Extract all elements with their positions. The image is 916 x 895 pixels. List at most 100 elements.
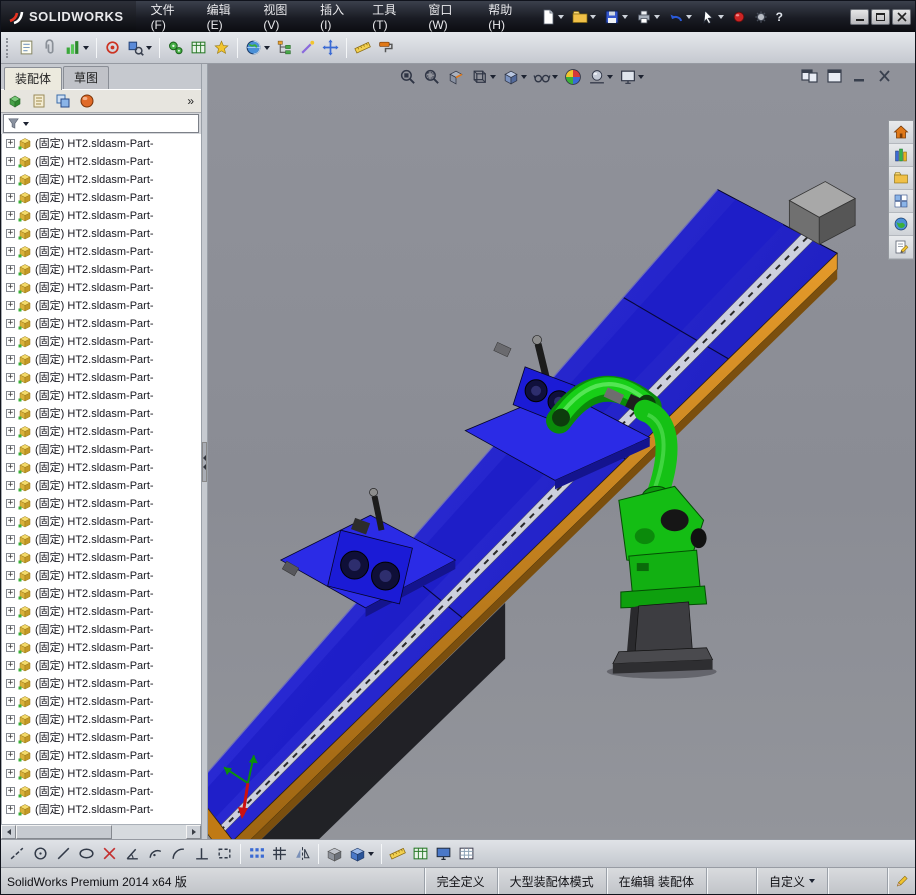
expand-toggle-icon[interactable]: + (6, 426, 15, 436)
expand-toggle-icon[interactable]: + (6, 678, 15, 688)
scroll-track[interactable] (16, 825, 186, 839)
zoom-fit-button[interactable] (398, 67, 418, 87)
edit-sketch-status[interactable] (887, 868, 915, 894)
apply-scene-button[interactable] (587, 67, 614, 87)
tree-item[interactable]: + (固定) HT2.sldasm-Part- (2, 188, 201, 206)
tree-item[interactable]: + (固定) HT2.sldasm-Part- (2, 692, 201, 710)
find-component-button[interactable] (125, 37, 154, 58)
gears-button[interactable] (165, 37, 186, 58)
3d-scene[interactable] (208, 64, 915, 839)
customize-button[interactable]: 自定义 (755, 868, 827, 894)
ellipse-button[interactable] (76, 843, 97, 864)
expand-toggle-icon[interactable]: + (6, 264, 15, 274)
perpendicular-button[interactable] (191, 843, 212, 864)
expand-toggle-icon[interactable]: + (6, 516, 15, 526)
tree-item[interactable]: + (固定) HT2.sldasm-Part- (2, 548, 201, 566)
save-button[interactable] (601, 7, 631, 27)
expand-toggle-icon[interactable]: + (6, 282, 15, 292)
design-tree-button[interactable] (274, 37, 295, 58)
tree-item[interactable]: + (固定) HT2.sldasm-Part- (2, 440, 201, 458)
tree-item[interactable]: + (固定) HT2.sldasm-Part- (2, 584, 201, 602)
expand-toggle-icon[interactable]: + (6, 372, 15, 382)
expand-toggle-icon[interactable]: + (6, 642, 15, 652)
view-orientation-button[interactable] (470, 67, 497, 87)
section-view-button[interactable] (446, 67, 466, 87)
tree-item[interactable]: + (固定) HT2.sldasm-Part- (2, 566, 201, 584)
options-button[interactable] (751, 8, 771, 26)
doc-restore-button[interactable] (801, 69, 818, 83)
tree-filter[interactable] (3, 114, 199, 133)
menu-insert[interactable]: 插入(I) (311, 1, 363, 32)
tree-item[interactable]: + (固定) HT2.sldasm-Part- (2, 782, 201, 800)
expand-toggle-icon[interactable]: + (6, 570, 15, 580)
expand-toggle-icon[interactable]: + (6, 318, 15, 328)
expand-toggle-icon[interactable]: + (6, 300, 15, 310)
expand-toggle-icon[interactable]: + (6, 768, 15, 778)
tree-item[interactable]: + (固定) HT2.sldasm-Part- (2, 512, 201, 530)
expand-toggle-icon[interactable]: + (6, 624, 15, 634)
menu-tools[interactable]: 工具(T) (363, 1, 419, 32)
tangent-arc-button[interactable] (168, 843, 189, 864)
robot-pedestal[interactable] (606, 601, 717, 679)
tree-item[interactable]: + (固定) HT2.sldasm-Part- (2, 746, 201, 764)
measure-button[interactable] (352, 37, 373, 58)
panel-collapse-handle[interactable] (202, 442, 207, 482)
grid-snap-button[interactable] (269, 843, 290, 864)
maximize-button[interactable] (871, 8, 890, 25)
corner-rectangle-button[interactable] (214, 843, 235, 864)
doc-minimize-button[interactable] (851, 69, 868, 83)
tree-item[interactable]: + (固定) HT2.sldasm-Part- (2, 260, 201, 278)
tree-item[interactable]: + (固定) HT2.sldasm-Part- (2, 674, 201, 692)
menu-edit[interactable]: 编辑(E) (198, 1, 255, 32)
display-manager-tab[interactable] (77, 91, 97, 111)
target-button[interactable] (102, 37, 123, 58)
tree-item[interactable]: + (固定) HT2.sldasm-Part- (2, 422, 201, 440)
appearance-button[interactable] (375, 37, 396, 58)
expand-toggle-icon[interactable]: + (6, 228, 15, 238)
scroll-right-button[interactable] (186, 825, 201, 839)
print-button[interactable] (633, 7, 663, 27)
tree-item[interactable]: + (固定) HT2.sldasm-Part- (2, 710, 201, 728)
select-button[interactable] (697, 7, 727, 27)
tree-item[interactable]: + (固定) HT2.sldasm-Part- (2, 170, 201, 188)
expand-toggle-icon[interactable]: + (6, 156, 15, 166)
tree-item[interactable]: + (固定) HT2.sldasm-Part- (2, 224, 201, 242)
mass-properties-button[interactable] (410, 843, 431, 864)
tree-item[interactable]: + (固定) HT2.sldasm-Part- (2, 350, 201, 368)
menu-view[interactable]: 视图(V) (254, 1, 311, 32)
view-palette-tab[interactable] (889, 190, 913, 213)
custom-properties-tab[interactable] (889, 236, 913, 259)
section-cube-button[interactable] (324, 843, 345, 864)
expand-toggle-icon[interactable]: + (6, 210, 15, 220)
property-manager-tab[interactable] (29, 91, 49, 111)
expand-toggle-icon[interactable]: + (6, 696, 15, 706)
tree-item[interactable]: + (固定) HT2.sldasm-Part- (2, 494, 201, 512)
hide-show-items-button[interactable] (532, 67, 559, 87)
tree-item[interactable]: + (固定) HT2.sldasm-Part- (2, 656, 201, 674)
rebuild-button[interactable] (729, 8, 749, 26)
expand-toggle-icon[interactable]: + (6, 444, 15, 454)
tab-sketch[interactable]: 草图 (63, 66, 110, 89)
edit-appearance-button[interactable] (563, 67, 583, 87)
expand-toggle-icon[interactable]: + (6, 714, 15, 724)
tree-item[interactable]: + (固定) HT2.sldasm-Part- (2, 296, 201, 314)
statistics-button[interactable] (62, 37, 91, 58)
help-button[interactable]: ? (773, 8, 786, 26)
close-button[interactable] (892, 8, 911, 25)
menu-file[interactable]: 文件(F) (142, 1, 198, 32)
feature-manager-tab[interactable] (5, 91, 25, 111)
tree-item[interactable]: + (固定) HT2.sldasm-Part- (2, 458, 201, 476)
minimize-button[interactable] (850, 8, 869, 25)
tree-item[interactable]: + (固定) HT2.sldasm-Part- (2, 620, 201, 638)
linear-pattern-button[interactable] (246, 843, 267, 864)
view-settings-button[interactable] (618, 67, 645, 87)
expand-toggle-icon[interactable]: + (6, 174, 15, 184)
attach-button[interactable] (39, 37, 60, 58)
scroll-thumb[interactable] (16, 825, 112, 839)
line-button[interactable] (53, 843, 74, 864)
toolbar-grip[interactable] (6, 37, 10, 58)
expand-toggle-icon[interactable]: + (6, 498, 15, 508)
expand-toggle-icon[interactable]: + (6, 534, 15, 544)
expand-toggle-icon[interactable]: + (6, 390, 15, 400)
tree-item[interactable]: + (固定) HT2.sldasm-Part- (2, 800, 201, 818)
